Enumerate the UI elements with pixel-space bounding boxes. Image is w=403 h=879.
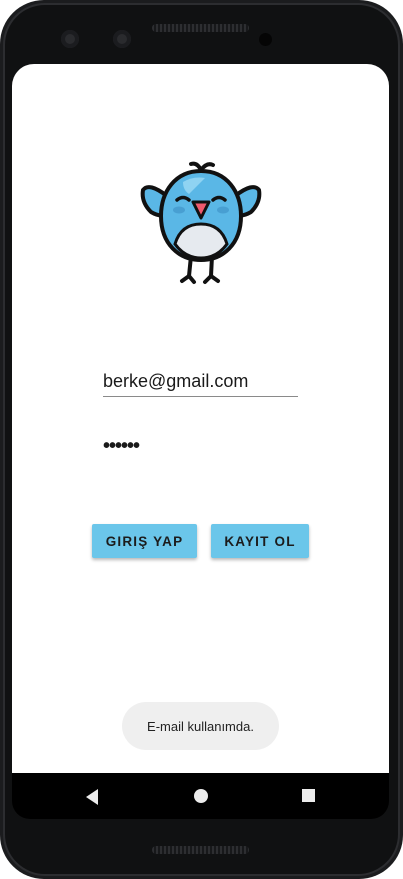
home-circle-icon[interactable]: [194, 789, 208, 803]
app-screen: berke@gmail.com •••••• GIRIŞ YAP KAYIT O…: [12, 64, 389, 773]
front-camera-secondary: [113, 30, 131, 48]
top-speaker-grille: [152, 24, 249, 32]
bottom-speaker-grille: [152, 846, 249, 854]
bird-mascot-icon: [140, 161, 262, 284]
password-field[interactable]: ••••••: [103, 432, 298, 460]
toast-message: E-mail kullanımda.: [122, 702, 279, 750]
login-button[interactable]: GIRIŞ YAP: [92, 524, 197, 558]
proximity-sensor: [259, 33, 272, 46]
back-triangle-icon[interactable]: [86, 789, 98, 805]
recents-square-icon[interactable]: [302, 789, 315, 802]
email-field[interactable]: berke@gmail.com: [103, 368, 298, 397]
android-navigation-bar: [12, 773, 389, 819]
front-camera: [61, 30, 79, 48]
phone-frame: berke@gmail.com •••••• GIRIŞ YAP KAYIT O…: [0, 0, 403, 879]
register-button[interactable]: KAYIT OL: [211, 524, 309, 558]
